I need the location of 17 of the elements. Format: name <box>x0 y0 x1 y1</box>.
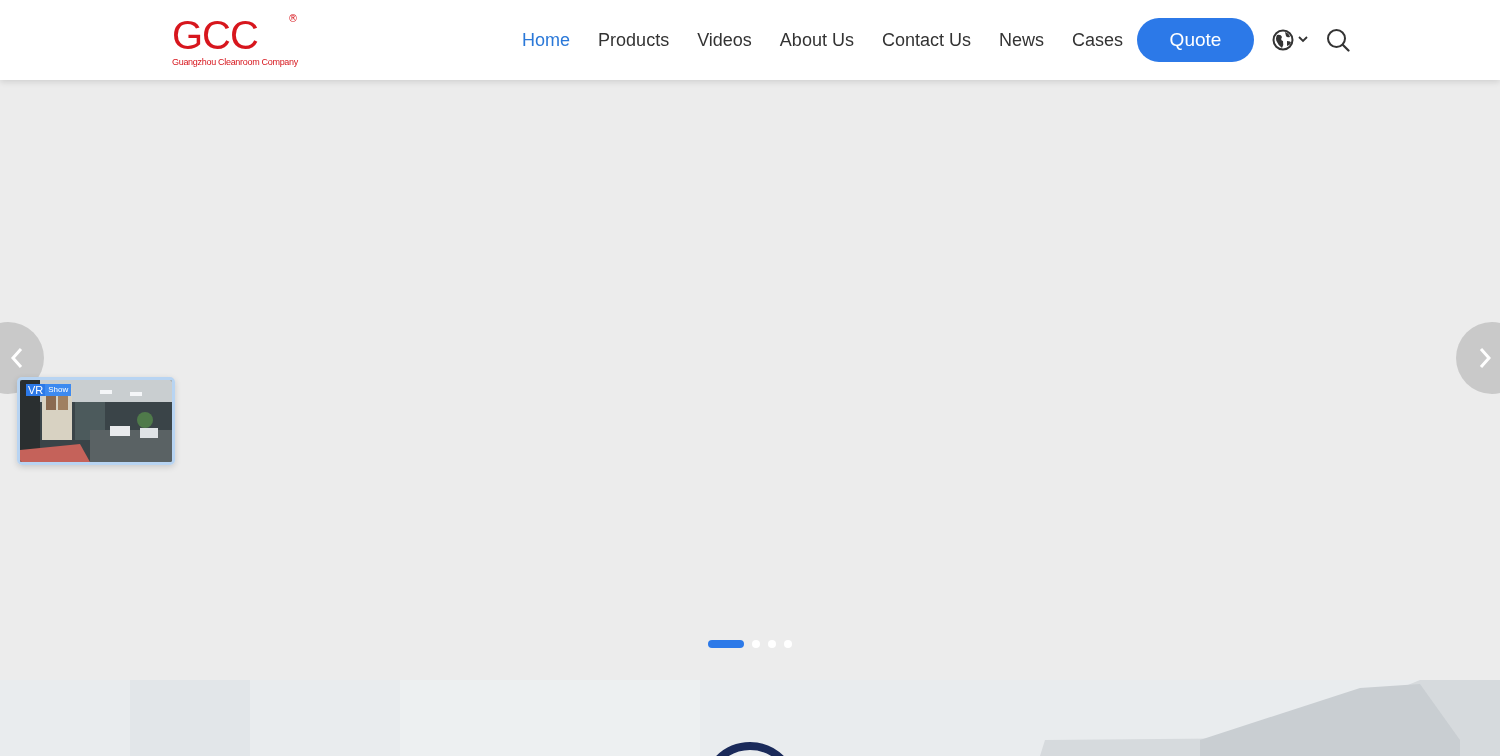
nav-link[interactable]: Home <box>522 29 571 51</box>
chevron-right-icon <box>1478 347 1492 369</box>
nav-link[interactable]: Products <box>598 29 670 51</box>
quote-button[interactable]: Quote <box>1137 18 1254 62</box>
nav-link[interactable]: News <box>998 29 1044 51</box>
nav-link[interactable]: Cases <box>1071 29 1123 51</box>
logo-mark[interactable]: GCC <box>172 13 273 57</box>
search-icon[interactable] <box>1326 28 1350 52</box>
nav-link[interactable]: About Us <box>779 29 854 51</box>
language-globe-icon[interactable] <box>1272 28 1310 52</box>
logo-tagline: Guangzhou Cleanroom Company <box>172 57 298 67</box>
chevron-left-icon <box>10 347 24 369</box>
vr-thumbnail[interactable]: VR Show <box>17 377 175 465</box>
vr-badge: VR Show <box>26 384 72 396</box>
nav-link[interactable]: Videos <box>697 29 752 51</box>
registered-mark: ® <box>288 13 298 25</box>
nav-link[interactable]: Contact Us <box>881 29 971 51</box>
